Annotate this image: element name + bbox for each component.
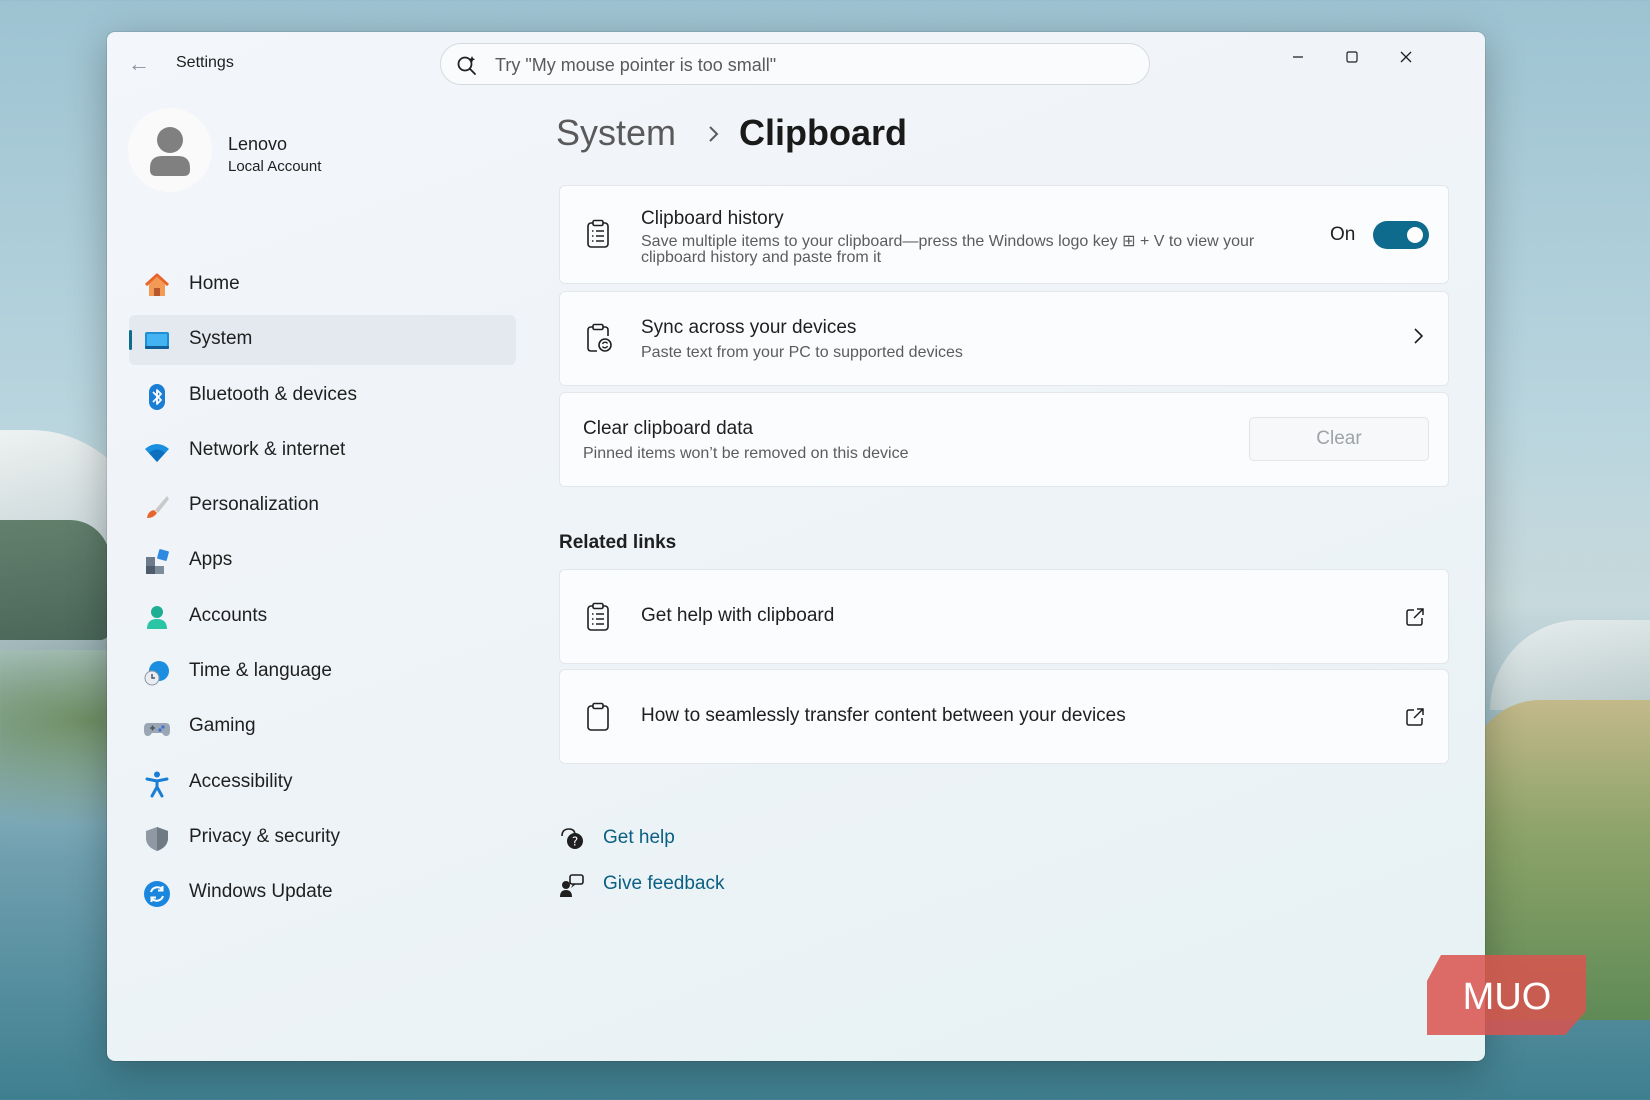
maximize-button[interactable] xyxy=(1330,40,1374,74)
sidebar-item-label: Time & language xyxy=(189,660,332,682)
minimize-button[interactable] xyxy=(1276,40,1320,74)
wifi-icon xyxy=(145,443,169,462)
toggle-state-label: On xyxy=(1330,224,1356,245)
external-link-icon xyxy=(1406,708,1424,726)
user-name: Lenovo xyxy=(228,134,288,154)
back-arrow-icon[interactable]: ← xyxy=(127,52,151,76)
system-icon xyxy=(145,332,169,350)
home-icon xyxy=(144,273,170,296)
wallpaper-trees xyxy=(0,520,110,640)
related-link-transfer-content[interactable]: How to seamlessly transfer content betwe… xyxy=(559,669,1449,764)
settings-window: ← Settings Lenovo Local A xyxy=(107,32,1485,1061)
related-link-help-clipboard[interactable]: Get help with clipboard xyxy=(559,569,1449,664)
shield-icon xyxy=(146,826,168,851)
help-chat-icon: ? xyxy=(561,828,583,849)
minimize-icon xyxy=(1293,56,1303,58)
clipboard-list-icon xyxy=(587,602,609,631)
sidebar-item-personalization[interactable]: Personalization xyxy=(129,481,516,531)
sidebar-item-label: Network & internet xyxy=(189,438,346,460)
watermark-text: MUO xyxy=(1463,976,1552,1018)
sidebar-item-label: Gaming xyxy=(189,715,256,737)
clipboard-sync-icon xyxy=(587,323,612,352)
sidebar-item-label: Personalization xyxy=(189,494,319,516)
clear-clipboard-description: Pinned items won’t be removed on this de… xyxy=(583,445,909,462)
sidebar-item-bluetooth[interactable]: Bluetooth & devices xyxy=(129,371,516,421)
sidebar-item-label: Apps xyxy=(189,549,233,571)
clipboard-history-title: Clipboard history xyxy=(641,208,784,229)
sidebar-item-system[interactable]: System xyxy=(129,315,516,366)
clear-clipboard-title: Clear clipboard data xyxy=(583,418,754,439)
feedback-icon xyxy=(560,874,584,897)
clear-clipboard-card: Clear clipboard data Pinned items won’t … xyxy=(559,392,1449,487)
windows-update-icon xyxy=(144,881,170,908)
sync-devices-card[interactable]: Sync across your devices Paste text from… xyxy=(559,291,1449,386)
related-link-label: How to seamlessly transfer content betwe… xyxy=(641,705,1126,726)
sidebar-item-accessibility[interactable]: Accessibility xyxy=(129,758,516,808)
sidebar-item-accounts[interactable]: Accounts xyxy=(129,592,516,642)
get-help-label: Get help xyxy=(603,827,675,848)
page-title: Clipboard xyxy=(739,112,907,153)
sidebar-item-gaming[interactable]: Gaming xyxy=(129,702,516,752)
time-language-icon xyxy=(144,661,169,686)
external-link-icon xyxy=(1406,608,1424,626)
chevron-right-icon xyxy=(709,126,719,142)
sidebar-item-home[interactable]: Home xyxy=(129,260,516,310)
apps-icon xyxy=(146,549,169,575)
sidebar-item-time-language[interactable]: Time & language xyxy=(129,647,516,697)
bluetooth-icon xyxy=(149,383,165,410)
clear-button[interactable]: Clear xyxy=(1249,417,1429,461)
sidebar-nav: Home System Bluetooth & devices Network … xyxy=(129,260,516,924)
breadcrumb-parent[interactable]: System xyxy=(556,112,676,154)
sidebar-item-windows-update[interactable]: Windows Update xyxy=(129,868,516,918)
toggle-knob xyxy=(1407,227,1423,243)
sidebar-item-label: Bluetooth & devices xyxy=(189,383,357,405)
clipboard-list-icon xyxy=(587,219,609,248)
sync-devices-title: Sync across your devices xyxy=(641,317,857,338)
sidebar-item-label: Accessibility xyxy=(189,770,293,792)
gaming-icon xyxy=(144,723,170,737)
close-button[interactable] xyxy=(1384,40,1428,74)
search-icon xyxy=(457,56,476,75)
wallpaper-mountain xyxy=(1490,620,1650,710)
user-avatar-icon xyxy=(150,127,190,176)
close-icon xyxy=(1400,51,1412,63)
brush-icon xyxy=(147,496,169,519)
sync-devices-description: Paste text from your PC to supported dev… xyxy=(641,344,963,361)
related-links-heading: Related links xyxy=(559,532,677,553)
maximize-icon xyxy=(1346,51,1358,63)
app-title: Settings xyxy=(176,54,234,71)
sidebar-item-label: System xyxy=(189,328,253,350)
title-bar: ← Settings xyxy=(107,32,1485,92)
sidebar-item-label: Windows Update xyxy=(189,881,333,903)
search-input[interactable] xyxy=(493,44,1137,86)
clipboard-history-description: Save multiple items to your clipboard—pr… xyxy=(641,233,1255,266)
avatar xyxy=(128,108,212,192)
accounts-icon xyxy=(147,605,167,629)
search-box[interactable] xyxy=(440,43,1150,86)
sidebar-item-network[interactable]: Network & internet xyxy=(129,426,516,476)
accessibility-icon xyxy=(145,771,169,798)
clipboard-history-card: Clipboard history Save multiple items to… xyxy=(559,185,1449,284)
sidebar-item-label: Home xyxy=(189,273,240,294)
give-feedback-label: Give feedback xyxy=(603,873,725,894)
sidebar-item-apps[interactable]: Apps xyxy=(129,536,516,586)
chevron-right-icon xyxy=(1414,328,1424,344)
sidebar-item-label: Privacy & security xyxy=(189,825,340,847)
clipboard-history-toggle[interactable] xyxy=(1373,221,1429,249)
account-type: Local Account xyxy=(228,158,322,175)
svg-text:?: ? xyxy=(572,835,578,849)
sidebar-item-label: Accounts xyxy=(189,604,268,626)
sidebar-item-privacy-security[interactable]: Privacy & security xyxy=(129,813,516,863)
muo-watermark-logo: MUO xyxy=(1427,955,1586,1035)
related-link-label: Get help with clipboard xyxy=(641,605,835,626)
clipboard-icon xyxy=(587,702,609,731)
